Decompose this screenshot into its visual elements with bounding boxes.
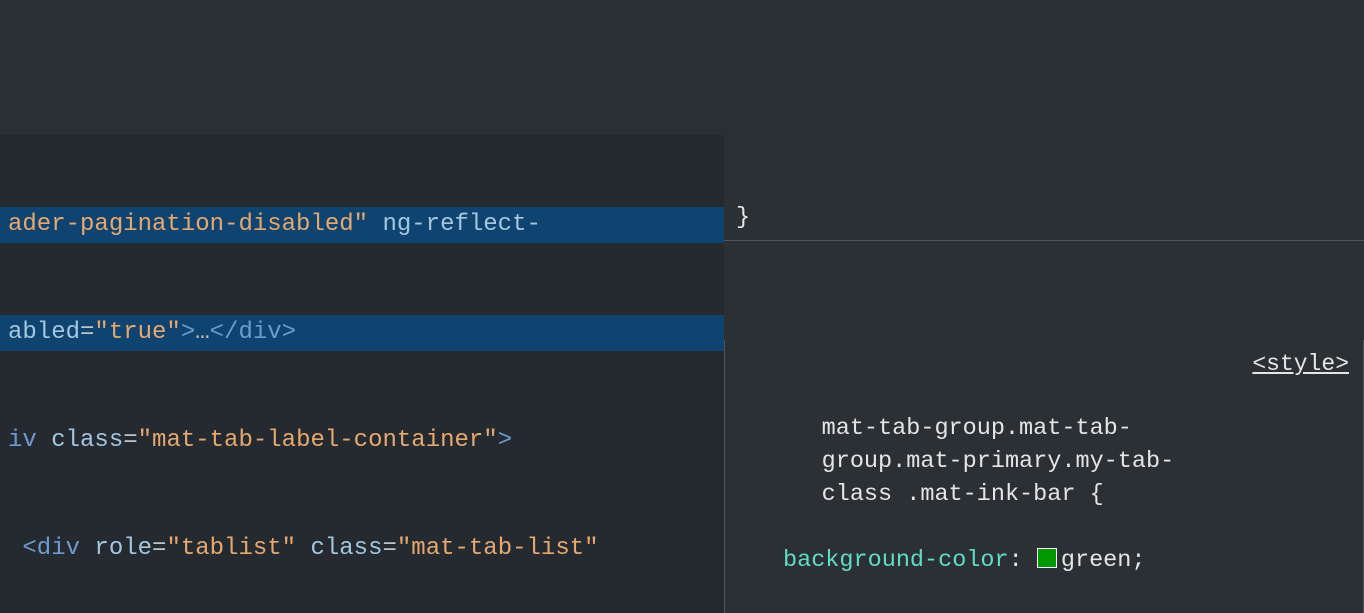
css-declaration[interactable]: background-color: green; [737, 544, 1351, 577]
style-rule[interactable]: <style> mat-tab-group.mat-tab-group.mat-… [724, 340, 1364, 613]
dom-line[interactable]: abled="true">…</div> [0, 315, 724, 351]
elements-panel[interactable]: ader-pagination-disabled" ng-reflect- ab… [0, 135, 724, 613]
devtools-window: ader-pagination-disabled" ng-reflect- ab… [0, 135, 1364, 613]
dom-line[interactable]: ader-pagination-disabled" ng-reflect- [0, 207, 724, 243]
css-selector[interactable]: mat-tab-group.mat-tab-group.mat-primary.… [822, 412, 1232, 511]
style-rule-fragment[interactable]: } [724, 201, 1364, 241]
styles-panel[interactable]: } <style> mat-tab-group.mat-tab-group.ma… [724, 135, 1364, 613]
color-swatch-icon[interactable] [1037, 548, 1057, 568]
dom-line[interactable]: iv class="mat-tab-label-container"> [0, 423, 724, 459]
dom-line[interactable]: <div role="tablist" class="mat-tab-list" [0, 531, 724, 567]
stylesheet-link[interactable]: <style> [1252, 348, 1349, 381]
